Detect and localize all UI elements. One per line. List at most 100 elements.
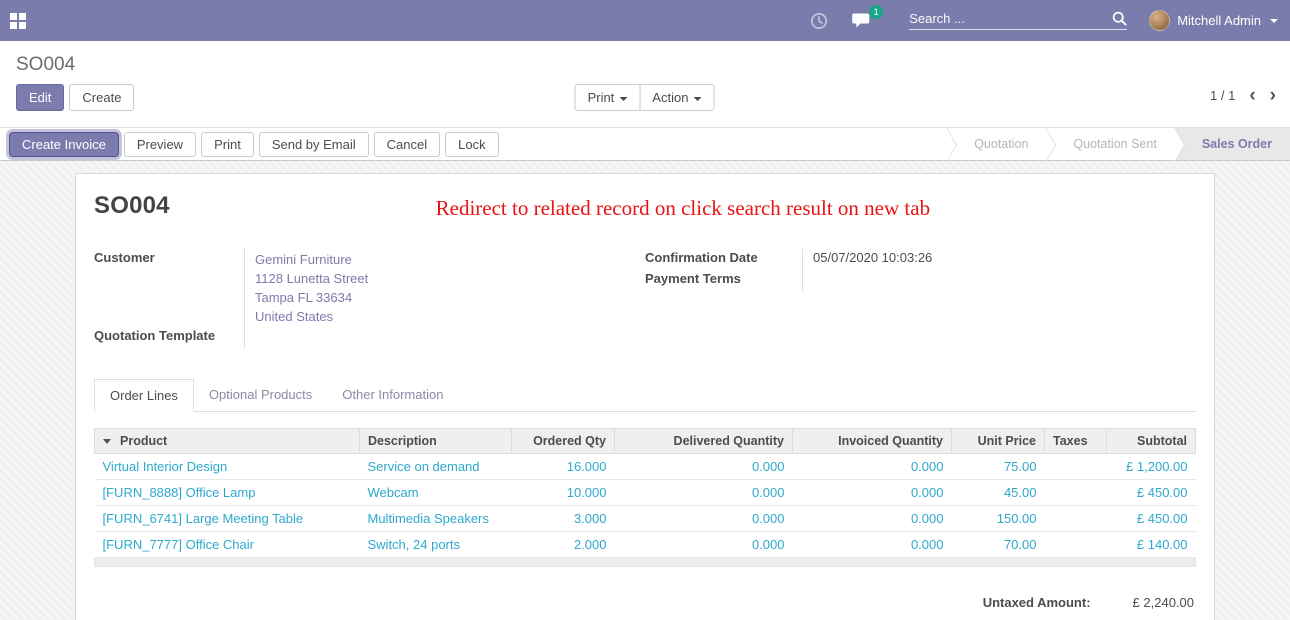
action-dropdown-label: Action (652, 90, 688, 105)
cell-unit-price[interactable]: 45.00 (952, 480, 1045, 506)
step-arrow-icon (1046, 128, 1056, 162)
cell-unit-price[interactable]: 75.00 (952, 454, 1045, 480)
col-header-unit-price[interactable]: Unit Price (952, 429, 1045, 454)
cell-taxes[interactable] (1045, 532, 1107, 558)
cell-taxes[interactable] (1045, 454, 1107, 480)
cell-delivered-qty[interactable]: 0.000 (615, 532, 793, 558)
send-by-email-button[interactable]: Send by Email (259, 132, 369, 157)
cell-product[interactable]: Virtual Interior Design (95, 454, 360, 480)
status-step-label: Quotation (974, 137, 1028, 151)
cell-product[interactable]: [FURN_8888] Office Lamp (95, 480, 360, 506)
search-input[interactable] (909, 11, 1112, 26)
order-title: SO004 (94, 192, 170, 220)
order-line-row[interactable]: [FURN_8888] Office Lamp Webcam 10.000 0.… (95, 480, 1196, 506)
cell-description[interactable]: Multimedia Speakers (360, 506, 512, 532)
cell-delivered-qty[interactable]: 0.000 (615, 454, 793, 480)
table-header-row: Product Description Ordered Qty Delivere… (95, 429, 1196, 454)
payment-terms-label: Payment Terms (645, 270, 802, 291)
cell-subtotal[interactable]: £ 450.00 (1107, 480, 1196, 506)
tab-other-information[interactable]: Other Information (327, 379, 458, 412)
cell-invoiced-qty[interactable]: 0.000 (793, 480, 952, 506)
cell-product[interactable]: [FURN_7777] Office Chair (95, 532, 360, 558)
order-line-row[interactable]: [FURN_6741] Large Meeting Table Multimed… (95, 506, 1196, 532)
breadcrumb-record-title: SO004 (16, 54, 75, 75)
form-statusbar: Create Invoice Preview Print Send by Ema… (0, 127, 1290, 161)
customer-name-link[interactable]: Gemini Furniture (255, 250, 645, 269)
status-step-sales-order[interactable]: Sales Order (1175, 128, 1290, 160)
cell-invoiced-qty[interactable]: 0.000 (793, 454, 952, 480)
cell-subtotal[interactable]: £ 450.00 (1107, 506, 1196, 532)
customer-field: Customer Gemini Furniture 1128 Lunetta S… (94, 249, 645, 327)
col-header-subtotal[interactable]: Subtotal (1107, 429, 1196, 454)
col-header-taxes[interactable]: Taxes (1045, 429, 1107, 454)
cell-ordered-qty[interactable]: 2.000 (512, 532, 615, 558)
cell-ordered-qty[interactable]: 3.000 (512, 506, 615, 532)
customer-city: Tampa FL 33634 (255, 288, 645, 307)
search-icon[interactable] (1112, 11, 1127, 26)
create-invoice-button[interactable]: Create Invoice (9, 132, 119, 157)
cell-description[interactable]: Service on demand (360, 454, 512, 480)
chevron-left-icon[interactable]: ‹ (1249, 89, 1255, 103)
cell-description[interactable]: Webcam (360, 480, 512, 506)
apps-grid-square (19, 13, 26, 20)
cell-taxes[interactable] (1045, 506, 1107, 532)
col-header-delivered-quantity[interactable]: Delivered Quantity (615, 429, 793, 454)
lock-button[interactable]: Lock (445, 132, 498, 157)
breadcrumb: SO004 (0, 41, 1290, 78)
cell-subtotal[interactable]: £ 140.00 (1107, 532, 1196, 558)
quotation-template-field: Quotation Template (94, 327, 645, 348)
cell-description[interactable]: Switch, 24 ports (360, 532, 512, 558)
action-dropdown-button[interactable]: Action (639, 84, 714, 111)
col-header-product[interactable]: Product (95, 429, 360, 454)
customer-country: United States (255, 307, 645, 326)
edit-button[interactable]: Edit (16, 84, 64, 111)
cell-taxes[interactable] (1045, 480, 1107, 506)
print-dropdown-label: Print (588, 90, 615, 105)
annotation-note: Redirect to related record on click sear… (170, 192, 1196, 221)
status-step-label: Sales Order (1202, 137, 1272, 151)
order-line-row[interactable]: [FURN_7777] Office Chair Switch, 24 port… (95, 532, 1196, 558)
print-button[interactable]: Print (201, 132, 254, 157)
status-step-quotation[interactable]: Quotation (947, 128, 1046, 160)
chevron-down-icon (1270, 19, 1278, 23)
apps-grid-square (10, 13, 17, 20)
user-menu[interactable]: Mitchell Admin (1149, 10, 1278, 31)
preview-button[interactable]: Preview (124, 132, 196, 157)
cell-subtotal[interactable]: £ 1,200.00 (1107, 454, 1196, 480)
cell-ordered-qty[interactable]: 10.000 (512, 480, 615, 506)
apps-menu-icon[interactable] (10, 13, 26, 29)
col-header-invoiced-quantity[interactable]: Invoiced Quantity (793, 429, 952, 454)
quotation-template-value[interactable] (244, 327, 645, 348)
payment-terms-value[interactable] (802, 270, 1196, 291)
activities-clock-icon[interactable] (810, 12, 828, 30)
record-pager: 1 / 1 ‹ › (1210, 88, 1276, 103)
cell-invoiced-qty[interactable]: 0.000 (793, 532, 952, 558)
tab-optional-products[interactable]: Optional Products (194, 379, 327, 412)
cell-unit-price[interactable]: 150.00 (952, 506, 1045, 532)
cell-invoiced-qty[interactable]: 0.000 (793, 506, 952, 532)
order-lines-table: Product Description Ordered Qty Delivere… (94, 428, 1196, 558)
col-header-ordered-qty[interactable]: Ordered Qty (512, 429, 615, 454)
sheet-header: SO004 Redirect to related record on clic… (94, 192, 1196, 221)
print-action-group: Print Action (576, 84, 715, 111)
cell-product[interactable]: [FURN_6741] Large Meeting Table (95, 506, 360, 532)
step-arrow-icon (947, 128, 957, 162)
cancel-button[interactable]: Cancel (374, 132, 440, 157)
customer-street: 1128 Lunetta Street (255, 269, 645, 288)
user-name: Mitchell Admin (1177, 13, 1261, 28)
status-step-quotation-sent[interactable]: Quotation Sent (1046, 128, 1174, 160)
messages-icon[interactable]: 1 (852, 12, 873, 29)
create-button[interactable]: Create (69, 84, 134, 111)
print-dropdown-button[interactable]: Print (575, 84, 641, 111)
field-column-right: Confirmation Date 05/07/2020 10:03:26 Pa… (645, 249, 1196, 348)
cell-ordered-qty[interactable]: 16.000 (512, 454, 615, 480)
cell-delivered-qty[interactable]: 0.000 (615, 480, 793, 506)
tab-order-lines[interactable]: Order Lines (94, 379, 194, 412)
cell-delivered-qty[interactable]: 0.000 (615, 506, 793, 532)
chevron-right-icon[interactable]: › (1270, 89, 1276, 103)
customer-value: Gemini Furniture 1128 Lunetta Street Tam… (244, 249, 645, 327)
col-header-description[interactable]: Description (360, 429, 512, 454)
apps-grid-square (10, 22, 17, 29)
order-line-row[interactable]: Virtual Interior Design Service on deman… (95, 454, 1196, 480)
cell-unit-price[interactable]: 70.00 (952, 532, 1045, 558)
